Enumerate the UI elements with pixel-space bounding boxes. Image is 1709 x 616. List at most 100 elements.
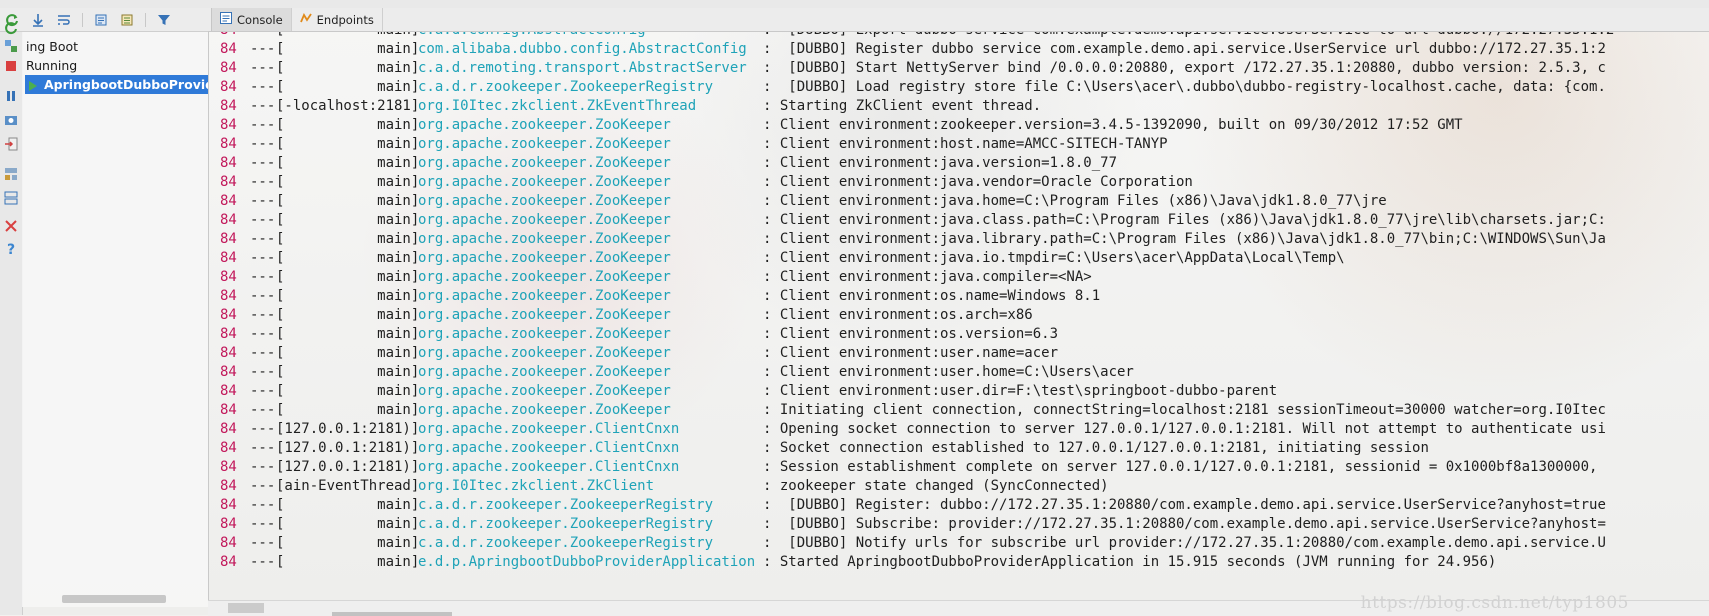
camera-icon[interactable]	[3, 112, 19, 128]
help-icon[interactable]: ?	[3, 242, 19, 258]
tab-console[interactable]: Console	[211, 8, 292, 31]
console-icon	[220, 12, 232, 27]
log-message: : Client environment:os.name=Windows 8.1	[763, 288, 1101, 304]
log-thread: [127.0.0.1:2181)]	[276, 459, 420, 475]
restore-layout-icon[interactable]	[3, 166, 19, 182]
tab-label: Console	[237, 12, 283, 27]
log-message: : [DUBBO] Subscribe: provider://172.27.3…	[763, 516, 1606, 532]
tree-item-application[interactable]: ApringbootDubboProvide	[25, 75, 208, 94]
log-logger: org.apache.zookeeper.ZooKeeper	[418, 193, 671, 209]
tree-horizontal-scrollbar[interactable]	[62, 595, 166, 603]
log-separator: ---	[250, 41, 276, 57]
log-separator: ---	[250, 459, 276, 475]
scrollbar-thumb[interactable]	[228, 603, 264, 613]
log-pid: 84	[220, 32, 237, 40]
log-pid: 84	[220, 554, 237, 570]
log-separator: ---	[250, 364, 276, 380]
side-action-bar: ?	[0, 22, 23, 615]
log-thread: [ main]	[276, 79, 420, 95]
log-separator: ---	[250, 554, 276, 570]
log-logger: e.d.p.ApringbootDubboProviderApplication	[418, 554, 756, 570]
layout-icon[interactable]	[3, 38, 19, 54]
log-separator: ---	[250, 231, 276, 247]
log-logger: org.apache.zookeeper.ZooKeeper	[418, 345, 671, 361]
tool-window-tabs: Console Endpoints	[208, 8, 1709, 32]
settings-icon[interactable]	[119, 12, 135, 28]
log-thread: [ main]	[276, 250, 420, 266]
log-thread: [ main]	[276, 212, 420, 228]
log-logger: org.apache.zookeeper.ZooKeeper	[418, 402, 671, 418]
endpoints-icon	[299, 12, 312, 27]
log-logger: com.alibaba.dubbo.config.AbstractConfig	[418, 41, 747, 57]
rerun-icon[interactable]	[3, 20, 19, 36]
log-separator: ---	[250, 326, 276, 342]
log-pid: 84	[220, 497, 237, 513]
log-thread: [ main]	[276, 345, 420, 361]
log-pid: 84	[220, 174, 237, 190]
run-toolbar	[0, 8, 208, 32]
toolbar-separator	[82, 12, 83, 27]
log-separator: ---	[250, 60, 276, 76]
run-icon	[29, 80, 37, 91]
log-message: : Client environment:java.class.path=C:\…	[763, 212, 1606, 228]
log-message: : [DUBBO] Register dubbo service com.exa…	[763, 41, 1606, 57]
log-logger: org.apache.zookeeper.ZooKeeper	[418, 231, 671, 247]
log-logger: org.apache.zookeeper.ZooKeeper	[418, 117, 671, 133]
log-pid: 84	[220, 231, 237, 247]
tree-item-label: ApringbootDubboProvide	[44, 77, 209, 92]
log-thread: [ main]	[276, 32, 419, 40]
log-thread: [ main]	[276, 535, 420, 551]
grid-layout-icon[interactable]	[3, 190, 19, 206]
log-message: : Client environment:java.io.tmpdir=C:\U…	[763, 250, 1345, 266]
log-separator: ---	[250, 98, 276, 114]
log-logger: org.apache.zookeeper.ZooKeeper	[418, 250, 671, 266]
tab-label: Endpoints	[316, 12, 374, 27]
log-pid: 84	[220, 364, 237, 380]
log-pid: 84	[220, 421, 237, 437]
scrollbar-thumb-secondary[interactable]	[332, 612, 452, 616]
log-pid: 84	[220, 136, 237, 152]
close-icon[interactable]	[3, 218, 19, 234]
log-logger: org.I0Itec.zkclient.ZkEventThread	[418, 98, 697, 114]
log-message: : Client environment:os.arch=x86	[763, 307, 1033, 323]
log-logger: c.a.d.r.zookeeper.ZookeeperRegistry	[418, 497, 714, 513]
pause-icon[interactable]	[3, 88, 19, 104]
log-message: : Client environment:java.vendor=Oracle …	[763, 174, 1193, 190]
log-pid: 84	[220, 41, 237, 57]
log-separator: ---	[250, 136, 276, 152]
log-thread: [ main]	[276, 364, 420, 380]
log-thread: [127.0.0.1:2181)]	[276, 440, 420, 456]
log-logger: c.a.d.r.zookeeper.ZookeeperRegistry	[418, 79, 714, 95]
log-logger: org.apache.zookeeper.ClientCnxn	[418, 421, 680, 437]
log-message: : Client environment:host.name=AMCC-SITE…	[763, 136, 1168, 152]
log-logger: org.apache.zookeeper.ZooKeeper	[418, 155, 671, 171]
log-logger: org.apache.zookeeper.ZooKeeper	[418, 136, 671, 152]
tree-item-spring-boot[interactable]: ing Boot	[26, 37, 78, 56]
log-pid: 84	[220, 307, 237, 323]
log-pid: 84	[220, 79, 237, 95]
tree-item-running[interactable]: Running	[26, 56, 77, 75]
log-message: : [DUBBO] Export dubbo service com.examp…	[763, 32, 1614, 40]
exit-icon[interactable]	[3, 136, 19, 152]
log-pid: 84	[220, 345, 237, 361]
log-thread: [ main]	[276, 326, 420, 342]
log-thread: [ main]	[276, 307, 420, 323]
stop-icon[interactable]	[3, 58, 19, 74]
filter-icon[interactable]	[156, 12, 172, 28]
log-message: : Started ApringbootDubboProviderApplica…	[763, 554, 1497, 570]
log-thread: [ main]	[276, 155, 420, 171]
tab-endpoints[interactable]: Endpoints	[292, 8, 383, 31]
log-pid: 84	[220, 60, 237, 76]
log-message: : Initiating client connection, connectS…	[763, 402, 1606, 418]
log-logger: org.apache.zookeeper.ZooKeeper	[418, 288, 671, 304]
log-message: : Client environment:java.compiler=<NA>	[763, 269, 1092, 285]
log-separator: ---	[250, 307, 276, 323]
console-output[interactable]: 84---[ main]c.a.d.config.AbstractConfig:…	[209, 32, 1709, 600]
log-thread: [ main]	[276, 383, 420, 399]
print-icon[interactable]	[93, 12, 109, 28]
log-message: : Client environment:java.library.path=C…	[763, 231, 1606, 247]
log-pid: 84	[220, 326, 237, 342]
soft-wrap-icon[interactable]	[56, 12, 72, 28]
scroll-to-end-icon[interactable]	[30, 12, 46, 28]
toolbar-separator	[145, 12, 146, 27]
